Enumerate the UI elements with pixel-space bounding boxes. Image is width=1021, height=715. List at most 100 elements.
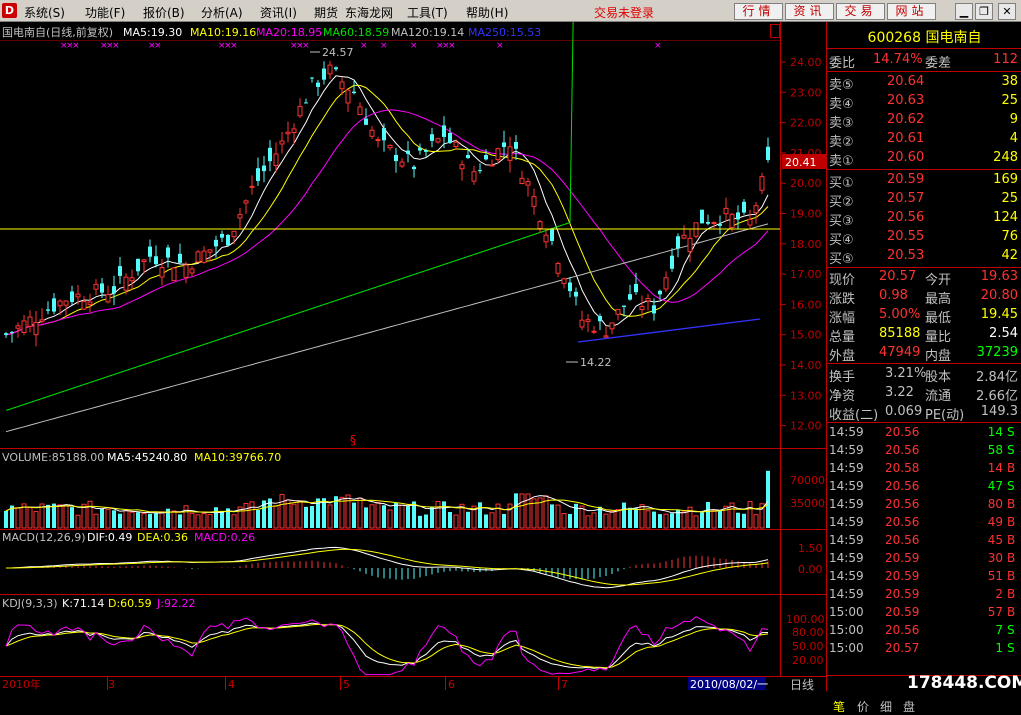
ask-row-5[interactable]: 卖⑤ 20.64 38 bbox=[827, 74, 1021, 93]
price-axis-label: 19.00 bbox=[790, 208, 822, 221]
kdj-axis-50: 50.00 bbox=[792, 640, 824, 653]
volume-bar bbox=[747, 501, 753, 529]
candle bbox=[357, 106, 363, 115]
candle bbox=[316, 82, 320, 87]
event-marker: § bbox=[350, 433, 356, 447]
ma60-line bbox=[5, 22, 574, 411]
menu-help[interactable]: 帮助(H) bbox=[466, 4, 508, 21]
candle bbox=[154, 256, 158, 265]
candle bbox=[382, 128, 386, 141]
candle bbox=[658, 290, 662, 295]
menu-bar: D 系统(S) 功能(F) 报价(B) 分析(A) 资讯(I) 期货 东海龙网 … bbox=[0, 0, 1021, 22]
macd-label: MACD(12,26,9) bbox=[2, 531, 86, 544]
menu-analysis[interactable]: 分析(A) bbox=[201, 4, 243, 21]
candle bbox=[118, 266, 122, 276]
quote-panel: 600268 国电南自 委比 14.74% 委差 112 卖⑤ 20.64 38 卖④… bbox=[826, 22, 1021, 714]
candle bbox=[543, 234, 549, 243]
candle bbox=[387, 144, 393, 149]
close-icon[interactable]: ✕ bbox=[998, 3, 1016, 20]
xaxis-7: 7 bbox=[561, 678, 568, 691]
volume-bar bbox=[766, 470, 770, 528]
candle bbox=[159, 267, 165, 278]
volume-bar bbox=[406, 505, 410, 528]
candle bbox=[676, 236, 680, 249]
menu-tools[interactable]: 工具(T) bbox=[407, 4, 448, 21]
volume-bar bbox=[46, 504, 50, 528]
volume-bar bbox=[663, 513, 669, 529]
tab-detail[interactable]: 细 bbox=[880, 698, 892, 715]
candle bbox=[634, 283, 638, 293]
menu-system[interactable]: 系统(S) bbox=[24, 4, 65, 21]
menu-info[interactable]: 资讯(I) bbox=[260, 4, 297, 21]
quick-website-button[interactable]: 网站 bbox=[887, 3, 936, 20]
bid-row-5[interactable]: 买⑤ 20.53 42 bbox=[827, 248, 1021, 267]
volume-bar bbox=[27, 507, 33, 529]
candle bbox=[514, 141, 518, 149]
restore-icon[interactable]: ❐ bbox=[975, 3, 993, 20]
candle bbox=[46, 309, 50, 311]
volume-bar bbox=[207, 514, 213, 529]
candle bbox=[262, 165, 266, 172]
period-tab[interactable]: 日线 bbox=[790, 676, 814, 693]
marker-x: × bbox=[360, 41, 368, 51]
volume-bar bbox=[201, 513, 207, 529]
quick-quote-button[interactable]: 行情 bbox=[734, 3, 783, 20]
price-axis-label: 22.00 bbox=[790, 117, 822, 130]
volume-bar bbox=[700, 512, 704, 528]
bid-row-2[interactable]: 买② 20.57 25 bbox=[827, 191, 1021, 210]
volume-bar bbox=[442, 501, 446, 528]
candle bbox=[568, 282, 572, 292]
volume-bar bbox=[591, 512, 597, 529]
stat-row: 外盘 47949 内盘 37239 bbox=[829, 345, 1018, 364]
volume-bar bbox=[424, 514, 428, 528]
ask-row-2[interactable]: 卖② 20.61 4 bbox=[827, 131, 1021, 150]
menu-quote[interactable]: 报价(B) bbox=[143, 4, 185, 21]
chart-scroll-handle[interactable] bbox=[770, 24, 780, 38]
ma20-label: MA20:18.95 bbox=[256, 26, 322, 39]
tab-trades[interactable]: 笔 bbox=[833, 698, 845, 715]
candle bbox=[207, 249, 213, 253]
stat-row: 涨幅 5.00% 最低 19.45 bbox=[829, 307, 1018, 326]
app-logo-icon: D bbox=[2, 3, 17, 18]
candle bbox=[706, 221, 710, 224]
menu-futures[interactable]: 期货 bbox=[314, 4, 338, 21]
candle bbox=[148, 246, 152, 257]
ask-row-4[interactable]: 卖④ 20.63 25 bbox=[827, 93, 1021, 112]
minimize-icon[interactable]: ▁ bbox=[955, 3, 973, 20]
volume-bar bbox=[52, 503, 56, 528]
candle bbox=[729, 213, 735, 229]
bid-row-4[interactable]: 买④ 20.55 76 bbox=[827, 229, 1021, 248]
quick-info-button[interactable]: 资讯 bbox=[785, 3, 834, 20]
candle bbox=[21, 320, 27, 333]
candle bbox=[195, 251, 201, 263]
candle bbox=[87, 301, 93, 305]
low-price-label: 14.22 bbox=[580, 356, 612, 369]
bid-row-3[interactable]: 买③ 20.56 124 bbox=[827, 210, 1021, 229]
volume-bar bbox=[645, 510, 651, 529]
candle bbox=[484, 155, 488, 160]
candle bbox=[178, 253, 182, 263]
tab-book[interactable]: 盘 bbox=[903, 698, 915, 715]
kline-chart[interactable]: ××× ××× ×× ××× ××× × × × ××× × × 24.0023.0022.0021… bbox=[0, 22, 826, 691]
volume-bar bbox=[214, 507, 218, 528]
trade-row: 15:00 20.57 1 S bbox=[829, 641, 1015, 655]
volume-bar bbox=[753, 514, 759, 529]
candle bbox=[4, 333, 8, 335]
menu-donghai[interactable]: 东海龙网 bbox=[345, 4, 393, 21]
ask-row-3[interactable]: 卖③ 20.62 9 bbox=[827, 112, 1021, 131]
tab-price[interactable]: 价 bbox=[857, 698, 869, 715]
candle bbox=[33, 321, 39, 336]
candle bbox=[57, 300, 63, 307]
volume-bar bbox=[249, 501, 255, 529]
high-price-label: 24.57 bbox=[322, 46, 354, 59]
ma120-line bbox=[5, 223, 769, 433]
menu-function[interactable]: 功能(F) bbox=[85, 4, 125, 21]
ask-row-1[interactable]: 卖① 20.60 248 bbox=[827, 150, 1021, 169]
volume-bar bbox=[327, 504, 333, 529]
candle bbox=[268, 147, 272, 162]
volume-bar bbox=[369, 504, 375, 529]
quick-trade-button[interactable]: 交易 bbox=[836, 3, 885, 20]
volume-bar bbox=[507, 503, 513, 529]
bid-row-1[interactable]: 买① 20.59 169 bbox=[827, 172, 1021, 191]
volume-bar bbox=[105, 508, 111, 529]
